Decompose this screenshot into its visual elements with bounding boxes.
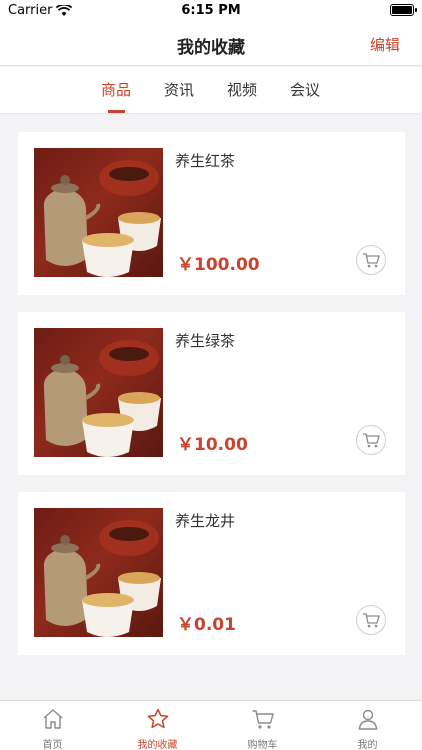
- product-card[interactable]: 养生绿茶 ￥10.00: [18, 312, 405, 475]
- tabbar-home[interactable]: 首页: [0, 701, 105, 750]
- tabbar-cart[interactable]: 购物车: [210, 701, 315, 750]
- product-price: ￥100.00: [177, 255, 260, 275]
- cart-icon: [252, 710, 274, 729]
- add-to-cart-button[interactable]: [356, 425, 386, 455]
- bottom-tab-bar: 首页 我的收藏 购物车 我的: [0, 700, 422, 750]
- active-tab-indicator: [108, 110, 125, 113]
- star-icon: [147, 708, 169, 729]
- category-tabs: 商品 资讯 视频 会议: [0, 67, 422, 114]
- edit-button[interactable]: 编辑: [370, 34, 400, 55]
- cart-icon: [363, 613, 380, 628]
- product-name: 养生龙井: [175, 512, 236, 530]
- tabbar-home-label: 首页: [42, 740, 63, 750]
- tabbar-profile-label: 我的: [357, 740, 378, 750]
- add-to-cart-button[interactable]: [356, 245, 386, 275]
- battery-icon: [390, 4, 417, 16]
- home-icon: [43, 709, 63, 729]
- navigation-bar: 我的收藏 编辑: [0, 22, 422, 66]
- product-name: 养生绿茶: [175, 332, 236, 350]
- cart-icon: [363, 253, 380, 268]
- tabbar-favorites-label: 我的收藏: [137, 740, 178, 750]
- cart-icon: [363, 433, 380, 448]
- tabbar-favorites[interactable]: 我的收藏: [105, 701, 210, 750]
- product-card[interactable]: 养生龙井 ￥0.01: [18, 492, 405, 655]
- product-price: ￥0.01: [177, 615, 236, 635]
- tab-video[interactable]: 视频: [227, 79, 257, 100]
- tabbar-profile[interactable]: 我的: [315, 701, 420, 750]
- tab-goods[interactable]: 商品: [101, 79, 131, 100]
- add-to-cart-button[interactable]: [356, 605, 386, 635]
- clock: 6:15 PM: [181, 3, 241, 18]
- tab-news[interactable]: 资讯: [164, 79, 194, 100]
- tea-set-image: [34, 328, 163, 457]
- status-bar: Carrier 6:15 PM: [0, 0, 422, 22]
- tab-meeting[interactable]: 会议: [290, 79, 320, 100]
- product-name: 养生红茶: [175, 152, 236, 170]
- product-price: ￥10.00: [177, 435, 248, 455]
- page-title: 我的收藏: [177, 38, 245, 58]
- tea-set-image: [34, 508, 163, 637]
- product-card[interactable]: 养生红茶 ￥100.00: [18, 132, 405, 295]
- tea-set-image: [34, 148, 163, 277]
- tabbar-cart-label: 购物车: [247, 740, 278, 750]
- user-icon: [358, 709, 378, 730]
